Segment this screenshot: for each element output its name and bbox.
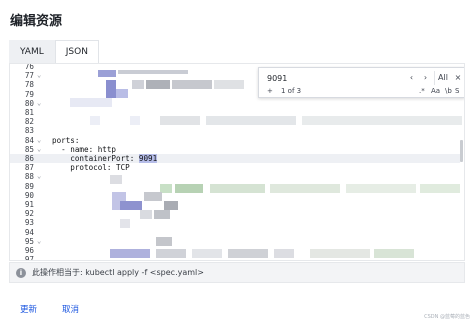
line-number: 76 xyxy=(24,63,34,71)
line-number: 82 xyxy=(24,117,34,127)
code-line[interactable]: 91 xyxy=(10,200,460,209)
code-text: ports: xyxy=(52,136,79,145)
line-number: 90 xyxy=(24,190,34,200)
code-text: protocol: TCP xyxy=(52,163,130,173)
line-number: 87 xyxy=(24,163,34,173)
line-number: 89 xyxy=(24,181,34,191)
find-input[interactable] xyxy=(267,72,402,85)
code-text: containerPort: 9091 xyxy=(52,154,158,163)
code-line[interactable]: 83 xyxy=(10,126,460,135)
fold-chevron-icon[interactable]: ⌄ xyxy=(37,237,41,246)
in-selection-toggle[interactable]: S xyxy=(455,87,459,95)
line-number: 78 xyxy=(24,80,34,90)
line-number: 94 xyxy=(24,227,34,237)
code-line[interactable]: 85 ⌄ - name: http xyxy=(10,145,460,154)
code-line[interactable]: 95 ⌄ xyxy=(10,237,460,246)
code-line[interactable]: 87 protocol: TCP xyxy=(10,163,460,172)
find-close-icon[interactable]: × xyxy=(452,71,464,85)
code-line[interactable]: 88 ⌄ xyxy=(10,172,460,181)
line-number: 88 xyxy=(24,172,34,182)
find-prev-button[interactable]: ‹ xyxy=(405,71,418,85)
code-line[interactable]: 92 xyxy=(10,209,460,218)
code-line[interactable]: 94 xyxy=(10,228,460,237)
fold-chevron-icon[interactable]: ⌄ xyxy=(37,136,41,145)
tab-json[interactable]: JSON xyxy=(54,40,99,64)
fold-chevron-icon[interactable]: ⌄ xyxy=(37,145,41,154)
code-token: containerPort: xyxy=(52,154,139,163)
info-icon: i xyxy=(16,268,26,278)
code-line[interactable]: 93 xyxy=(10,218,460,227)
fold-chevron-icon[interactable]: ⌄ xyxy=(37,71,41,80)
code-token: protocol: TCP xyxy=(52,163,130,173)
code-editor[interactable]: 76 77 ⌄ 78 79 80 ⌄ 81 82 83 84 ⌄ ports: 85 ⌄ - name: h… xyxy=(9,63,465,261)
tab-yaml[interactable]: YAML xyxy=(9,40,55,64)
line-number: 95 xyxy=(24,236,34,246)
code-token: ports: xyxy=(52,135,80,145)
whole-word-toggle[interactable]: \b xyxy=(445,87,452,95)
line-number: 93 xyxy=(24,218,34,228)
fold-chevron-icon[interactable]: ⌄ xyxy=(37,172,41,181)
fold-chevron-icon[interactable]: ⌄ xyxy=(37,99,41,108)
code-text: - name: http xyxy=(52,145,116,154)
line-number: 84 xyxy=(24,135,34,145)
vertical-scrollbar[interactable] xyxy=(460,140,463,162)
regex-toggle[interactable]: .* xyxy=(419,87,425,95)
line-number: 97 xyxy=(24,255,34,261)
code-line[interactable]: 84 ⌄ ports: xyxy=(10,136,460,145)
watermark: CSDN @蓝莓的蓝色 xyxy=(424,314,470,320)
line-number: 83 xyxy=(24,126,34,136)
find-all-button[interactable]: All xyxy=(434,71,451,85)
find-match-count: 1 of 3 xyxy=(281,87,302,95)
line-number: 86 xyxy=(24,154,34,163)
search-match-highlight: 9091 xyxy=(138,154,158,163)
cancel-button[interactable]: 取消 xyxy=(62,303,79,315)
info-text: 此操作相当于: kubectl apply -f <spec.yaml> xyxy=(32,268,204,277)
line-number: 80 xyxy=(24,98,34,108)
dialog-title: 编辑资源 xyxy=(10,14,63,29)
find-expand-icon[interactable]: + xyxy=(267,87,273,95)
info-bar: i 此操作相当于: kubectl apply -f <spec.yaml> xyxy=(9,262,465,283)
line-number: 79 xyxy=(24,89,34,99)
tab-bar: YAML JSON xyxy=(9,40,99,64)
line-number: 96 xyxy=(24,246,34,255)
line-number: 77 xyxy=(24,71,34,81)
match-case-toggle[interactable]: Aa xyxy=(431,87,440,95)
line-number: 92 xyxy=(24,209,34,219)
find-next-button[interactable]: › xyxy=(419,71,432,85)
line-number: 85 xyxy=(24,144,34,154)
code-token: - name: http xyxy=(52,144,117,154)
line-number: 81 xyxy=(24,108,34,117)
line-number: 91 xyxy=(24,200,34,209)
find-widget: ‹ › All × + 1 of 3 .* Aa \b S xyxy=(258,67,464,98)
code-line[interactable]: 86 containerPort: 9091 xyxy=(10,154,460,164)
update-button[interactable]: 更新 xyxy=(20,303,37,315)
